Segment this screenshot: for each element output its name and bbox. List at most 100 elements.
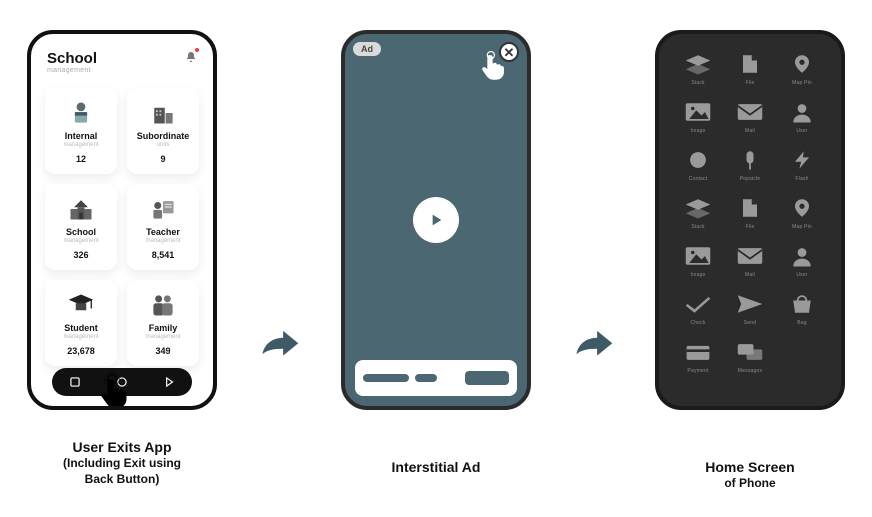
home-app-stack[interactable]: Stack (677, 196, 719, 230)
user-icon (788, 244, 816, 268)
home-app-pin[interactable]: Map Pin (781, 52, 823, 86)
card-sub: management (63, 334, 98, 340)
card-school[interactable]: School management 326 (45, 184, 117, 270)
card-name: Subordinate (137, 131, 190, 141)
home-phone: Stack File Map Pin Image Mail User Contact Pops… (655, 30, 845, 410)
image-icon (684, 244, 712, 268)
home-app-label: Messages (738, 368, 762, 374)
home-app-label: User (796, 128, 807, 134)
card-internal[interactable]: Internal management 12 (45, 88, 117, 174)
notification-bell-icon[interactable] (185, 50, 197, 62)
home-app-circle[interactable]: Contact (677, 148, 719, 182)
home-app-label: Mail (745, 272, 755, 278)
play-button[interactable] (413, 197, 459, 243)
teacher-icon (149, 195, 177, 223)
card-count: 8,541 (152, 250, 175, 260)
home-app-label: Send (744, 320, 756, 326)
caption-exit: User Exits App (Including Exit using Bac… (63, 438, 181, 487)
card-name: Family (149, 323, 178, 333)
mail-icon (736, 244, 764, 268)
building-icon (149, 99, 177, 127)
tap-hand-icon (98, 370, 140, 410)
card-student[interactable]: Student management 23,678 (45, 280, 117, 366)
file-icon (736, 52, 764, 76)
home-app-check[interactable]: Check (677, 292, 719, 326)
home-screen-grid: Stack File Map Pin Image Mail User Contact Pops… (659, 34, 841, 374)
home-app-send[interactable]: Send (729, 292, 771, 326)
user-icon (788, 100, 816, 124)
card-name: Internal (65, 131, 98, 141)
ad-subtitle-placeholder (415, 374, 437, 382)
home-app-card[interactable]: Payment (677, 340, 719, 374)
home-app-user[interactable]: User (781, 100, 823, 134)
home-app-bolt[interactable]: Flash (781, 148, 823, 182)
home-app-label: Contact (689, 176, 708, 182)
app-subtitle: management (47, 67, 97, 74)
app-title: School (47, 50, 97, 67)
stack-icon (684, 196, 712, 220)
ad-cta-button[interactable] (465, 371, 509, 385)
home-app-label: Mail (745, 128, 755, 134)
home-app-label: Check (690, 320, 705, 326)
ad-title-placeholder (363, 374, 409, 382)
family-icon (149, 291, 177, 319)
home-app-file[interactable]: File (729, 196, 771, 230)
card-count: 23,678 (67, 346, 95, 356)
home-app-label: File (746, 80, 755, 86)
send-icon (736, 292, 764, 316)
card-sub: management (145, 238, 180, 244)
home-app-label: Payment (687, 368, 708, 374)
home-app-label: Flash (795, 176, 808, 182)
tap-hand-icon (479, 48, 517, 86)
home-app-label: Map Pin (792, 80, 812, 86)
home-app-bag[interactable]: Bag (781, 292, 823, 326)
chat-icon (736, 340, 764, 364)
home-app-label: Stack (691, 224, 705, 230)
home-app-file[interactable]: File (729, 52, 771, 86)
card-count: 9 (160, 154, 165, 164)
card-sub: units (157, 142, 170, 148)
card-teacher[interactable]: Teacher management 8,541 (127, 184, 199, 270)
back-button[interactable] (162, 375, 176, 389)
check-icon (684, 292, 712, 316)
recent-apps-button[interactable] (68, 375, 82, 389)
ad-badge: Ad (353, 42, 381, 56)
caption-ad: Interstitial Ad (392, 458, 481, 476)
home-app-label: User (796, 272, 807, 278)
card-subordinate[interactable]: Subordinate units 9 (127, 88, 199, 174)
home-app-pop[interactable]: Popsicle (729, 148, 771, 182)
home-app-image[interactable]: Image (677, 244, 719, 278)
card-sub: management (63, 238, 98, 244)
pop-icon (736, 148, 764, 172)
home-app-label: Image (691, 272, 706, 278)
ad-phone: Ad ✕ (341, 30, 531, 410)
dashboard-cards: Internal management 12 Subordinate units… (31, 80, 213, 366)
pin-icon (788, 52, 816, 76)
home-app-label: Popsicle (740, 176, 761, 182)
home-app-image[interactable]: Image (677, 100, 719, 134)
card-family[interactable]: Family management 349 (127, 280, 199, 366)
home-app-label: Bag (797, 320, 807, 326)
card-count: 349 (155, 346, 170, 356)
card-name: School (66, 227, 96, 237)
graduation-cap-icon (67, 291, 95, 319)
home-app-label: Stack (691, 80, 705, 86)
card-count: 326 (73, 250, 88, 260)
home-app-label: File (746, 224, 755, 230)
mail-icon (736, 100, 764, 124)
caption-home: Home Screen of Phone (705, 458, 794, 492)
home-app-user[interactable]: User (781, 244, 823, 278)
home-app-pin[interactable]: Map Pin (781, 196, 823, 230)
home-app-mail[interactable]: Mail (729, 244, 771, 278)
home-app-mail[interactable]: Mail (729, 100, 771, 134)
pin-icon (788, 196, 816, 220)
bolt-icon (788, 148, 816, 172)
app-phone: School management Internal management 12 (27, 30, 217, 410)
card-count: 12 (76, 154, 86, 164)
stack-icon (684, 52, 712, 76)
home-app-chat[interactable]: Messages (729, 340, 771, 374)
card-sub: management (145, 334, 180, 340)
card-name: Teacher (146, 227, 180, 237)
home-app-stack[interactable]: Stack (677, 52, 719, 86)
home-app-label: Image (691, 128, 706, 134)
